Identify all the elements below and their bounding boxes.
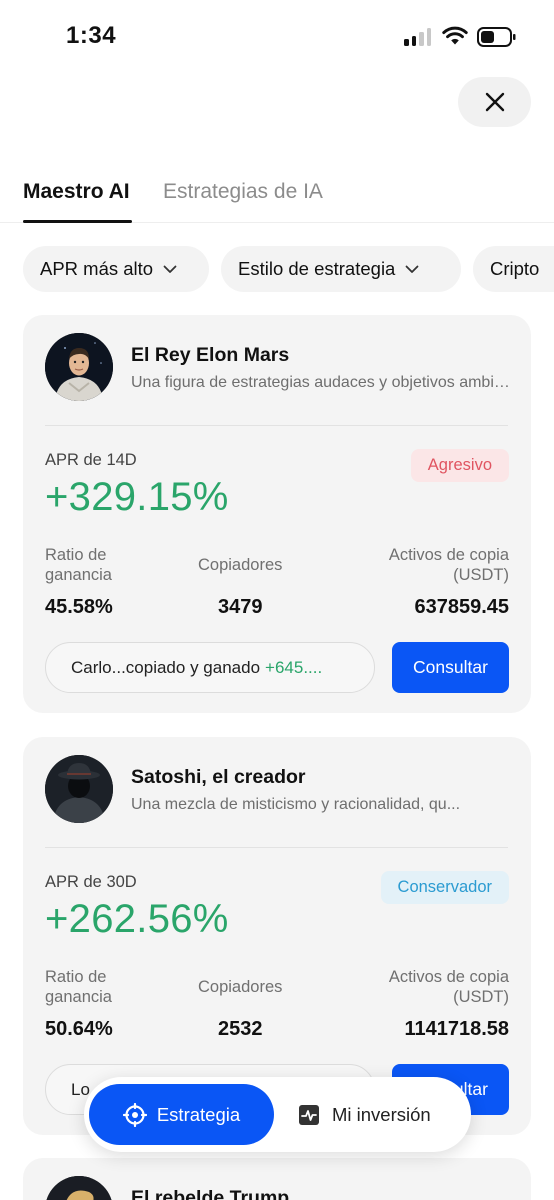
copiers-value: 2532 (218, 1018, 263, 1040)
tab-maestro-ai[interactable]: Maestro AI (23, 180, 130, 204)
strategist-name: Satoshi, el creador (131, 766, 306, 788)
target-icon (122, 1102, 147, 1127)
copy-assets-value: 1141718.58 (404, 1018, 509, 1040)
close-icon (485, 92, 504, 112)
apr-label: APR de 30D (45, 873, 137, 891)
nav-strategy-label: Estrategia (156, 1103, 241, 1125)
filter-apr-chip[interactable]: APR más alto (23, 246, 209, 292)
divider (45, 425, 508, 426)
copiers-label: Copiadores (198, 556, 283, 574)
status-bar: 1:34 (0, 0, 554, 72)
strategy-card[interactable]: Satoshi, el creador Una mezcla de mistic… (23, 737, 531, 1135)
copy-assets-label: Activos de copia (USDT) (388, 968, 509, 1006)
chevron-down-icon (163, 265, 177, 273)
apr-value: +329.15% (45, 475, 229, 519)
nav-my-investment-button[interactable]: Mi inversión (298, 1084, 431, 1145)
copiers-label: Copiadores (198, 978, 283, 996)
active-tab-indicator (23, 220, 132, 223)
filter-strategy-style-label: Estilo de estrategia (238, 258, 396, 279)
strategist-description: Una mezcla de misticismo y racionalidad,… (131, 796, 461, 813)
tab-estrategias-ia[interactable]: Estrategias de IA (163, 180, 323, 204)
nav-my-investment-label: Mi inversión (332, 1103, 431, 1125)
status-time: 1:34 (66, 22, 117, 49)
recent-copy-text: Carlo...copiado y ganado (71, 657, 261, 677)
battery-icon (477, 27, 516, 47)
filter-bar: APR más alto Estilo de estrategia Cripto (23, 246, 554, 292)
strategist-name: El rebelde Trump (131, 1187, 290, 1200)
risk-badge: Agresivo (410, 449, 509, 482)
filter-apr-label: APR más alto (40, 258, 154, 279)
filter-crypto-chip[interactable]: Cripto (473, 246, 554, 292)
bottom-navigation: Estrategia Mi inversión (84, 1077, 471, 1152)
filter-strategy-style-chip[interactable]: Estilo de estrategia (221, 246, 461, 292)
chevron-down-icon (405, 265, 419, 273)
avatar (45, 755, 113, 823)
copy-assets-value: 637859.45 (414, 596, 509, 618)
cellular-signal-icon (404, 28, 431, 46)
divider (45, 847, 508, 848)
consult-button[interactable]: Consultar (392, 642, 509, 693)
win-ratio-value: 50.64% (45, 1018, 113, 1040)
activity-chart-icon (299, 1104, 319, 1125)
wifi-icon (442, 26, 468, 45)
recent-copy-gain: +645.... (265, 657, 323, 677)
apr-value: +262.56% (45, 897, 229, 941)
strategy-card[interactable]: El rebelde Trump (23, 1158, 531, 1200)
copiers-value: 3479 (218, 596, 263, 618)
nav-strategy-button[interactable]: Estrategia (89, 1084, 274, 1145)
strategist-description: Una figura de estrategias audaces y obje… (131, 374, 511, 391)
avatar (45, 333, 113, 401)
recent-copy-ticker[interactable]: Carlo...copiado y ganado +645.... (45, 642, 375, 693)
win-ratio-value: 45.58% (45, 596, 113, 618)
win-ratio-label: Ratio de ganancia (45, 968, 112, 1006)
filter-crypto-label: Cripto (490, 258, 540, 279)
risk-badge: Conservador (380, 871, 509, 904)
strategist-name: El Rey Elon Mars (131, 344, 290, 366)
tab-bar: Maestro AI Estrategias de IA (0, 176, 554, 223)
strategy-card[interactable]: El Rey Elon Mars Una figura de estrategi… (23, 315, 531, 713)
apr-label: APR de 14D (45, 451, 137, 469)
close-button[interactable] (458, 77, 531, 127)
win-ratio-label: Ratio de ganancia (45, 546, 112, 584)
avatar (45, 1176, 113, 1200)
copy-assets-label: Activos de copia (USDT) (388, 546, 509, 584)
